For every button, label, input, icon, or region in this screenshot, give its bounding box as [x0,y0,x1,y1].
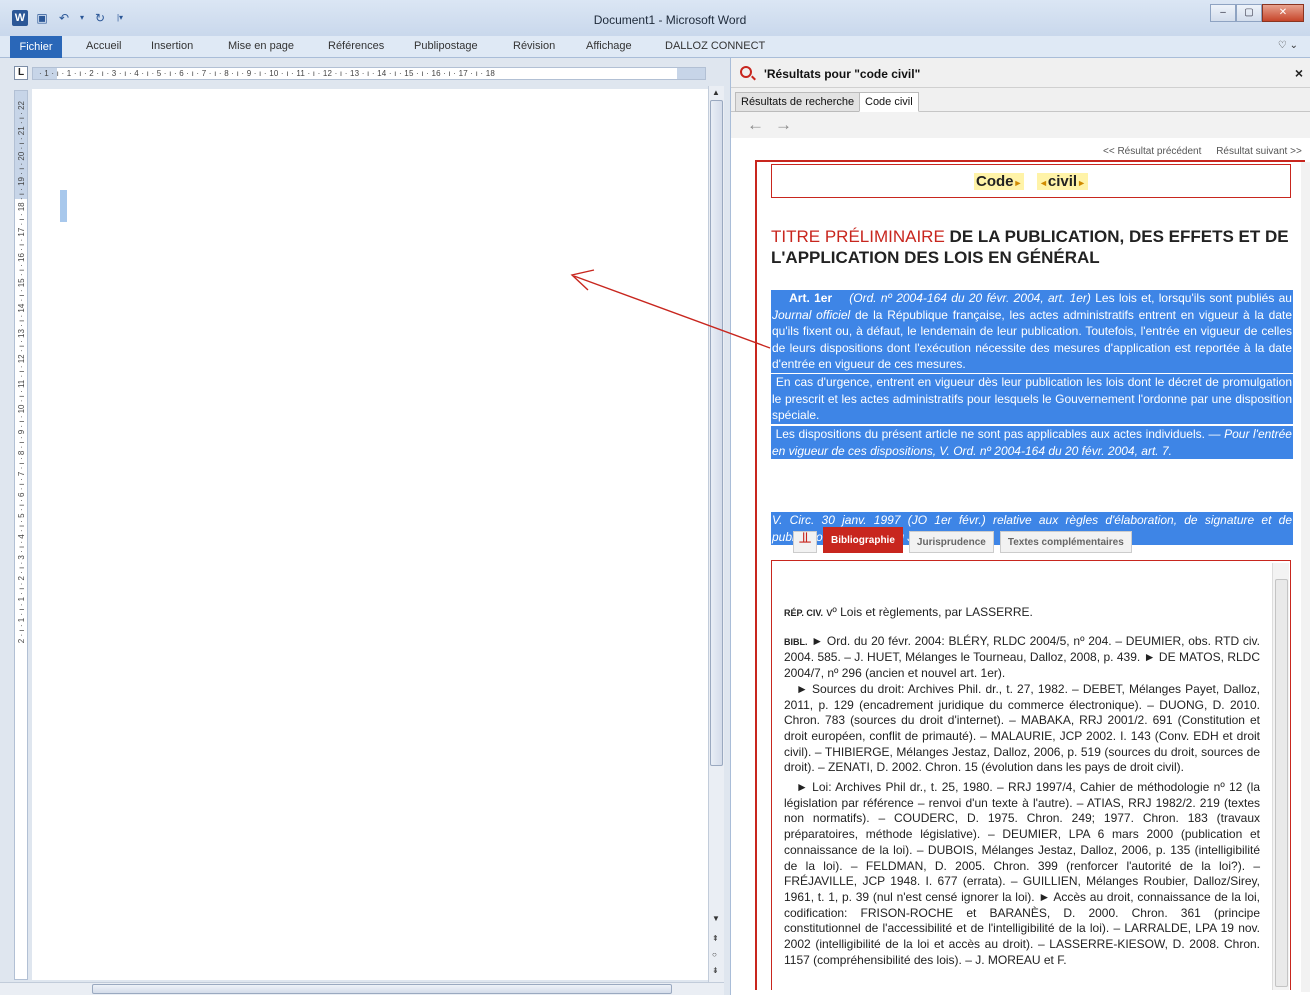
bibl-label: BIBL. [784,636,808,647]
titre-heading: TITRE PRÉLIMINAIRE DE LA PUBLICATION, DE… [771,226,1293,268]
highlight-arrow-icon: ► [1013,178,1023,188]
tab-revision[interactable]: Révision [513,40,555,52]
document-vertical-scrollbar[interactable]: ▲ ▼ ⇞ ○ ⇟ [708,86,724,982]
scroll-up-icon[interactable]: ▲ [712,88,720,97]
title-bar: W ▣ ↶ ▾ ↻ |▾ Document1 - Microsoft Word … [0,0,1310,36]
bibl-sources-du-droit: ► Sources du droit: Archives Phil. dr., … [784,681,1260,775]
forward-arrow-icon[interactable]: → [775,115,792,135]
bibl-ordonnance: ► Ord. du 20 févr. 2004: BLÉRY, RLDC 200… [784,633,1260,681]
bottom-tabs: ╨ Bibliographie Jurisprudence Textes com… [793,527,1138,553]
rep-civ-text: vº Lois et règlements, par LASSERRE. [826,605,1033,619]
tab-accueil[interactable]: Accueil [86,40,121,52]
browse-object-icon[interactable]: ○ [712,950,717,959]
code-word: Code [976,173,1014,190]
tab-references[interactable]: Références [328,40,384,52]
vertical-ruler[interactable]: 2 · ı · 1 · ı · 1 · ı · 2 · ı · 3 · ı · … [14,90,28,980]
tab-code-civil[interactable]: Code civil [859,92,919,112]
tab-publipostage[interactable]: Publipostage [414,40,478,52]
ruler-right-margin [677,68,705,79]
previous-result-link[interactable]: << Résultat précédent [1103,146,1201,157]
ruler-scale: · 1 · ı · 1 · ı · 2 · ı · 3 · ı · 4 · ı … [39,69,496,78]
scroll-down-icon[interactable]: ▼ [712,914,720,923]
document-horizontal-scrollbar[interactable] [0,982,724,995]
bibliography-scrollbar[interactable] [1272,563,1289,990]
bibl-entry: BIBL. ► Ord. du 20 févr. 2004: BLÉRY, RL… [784,634,1260,682]
paragraph-3-selected[interactable]: Les dispositions du présent article ne s… [771,426,1293,459]
horizontal-ruler[interactable]: · 1 · ı · 1 · ı · 2 · ı · 3 · ı · 4 · ı … [32,67,706,80]
highlight-arrow-icon: ◄ [1038,178,1048,188]
vertical-ruler-scale: 2 · ı · 1 · ı · 1 · ı · 2 · ı · 3 · ı · … [17,101,26,644]
tab-affichage[interactable]: Affichage [586,40,632,52]
bibliography-panel: RÉP. CIV. vº Lois et règlements, par LAS… [771,560,1291,990]
article-reference: (Ord. nº 2004-164 du 20 févr. 2004, art.… [849,291,1091,305]
close-window-button[interactable]: ✕ [1262,4,1304,22]
back-arrow-icon[interactable]: ← [747,115,764,135]
ribbon-tabs: Fichier Accueil Insertion Mise en page R… [0,36,1310,58]
civil-word: civil [1047,173,1078,190]
highlight-code: Code► [974,173,1025,190]
paragraph-3-text: Les dispositions du présent article ne s… [775,427,1221,441]
search-icon [740,66,752,78]
code-header-box: Code► ◄civil► [771,164,1291,198]
dalloz-results-pane: 'Résultats pour "code civil" × Résultats… [730,58,1310,995]
document-area: L · 1 · ı · 1 · ı · 2 · ı · 3 · ı · 4 · … [0,58,730,995]
result-navigation: << Résultat précédent Résultat suivant >… [1103,146,1310,157]
window-controls: ‒ ▢ ✕ [1210,4,1304,22]
article-label: Art. 1er [789,291,833,305]
pane-title: 'Résultats pour "code civil" [764,67,921,81]
tab-textes-complementaires[interactable]: Textes complémentaires [999,531,1132,553]
bibliography-scroll-thumb[interactable] [1275,579,1288,987]
close-icon[interactable]: × [1295,65,1303,81]
journal-officiel: Journal officiel [772,307,851,322]
tab-fichier[interactable]: Fichier [10,36,62,58]
bibl-loi: ► Loi: Archives Phil dr., t. 25, 1980. –… [784,780,1260,967]
next-page-icon[interactable]: ⇟ [712,966,719,975]
rep-civ-label: RÉP. CIV. [784,608,824,618]
window-title: Document1 - Microsoft Word [593,13,747,27]
pane-tabs: Résultats de recherche Code civil [731,88,1310,112]
tab-selector[interactable]: L [14,66,28,80]
horizontal-scroll-thumb[interactable] [92,984,672,994]
ribbon-expand-icon[interactable]: ♡ ⌄ [1278,40,1298,51]
code-title: Code► ◄civil► [772,173,1290,190]
tab-bibliographie[interactable]: Bibliographie [823,527,903,553]
tab-dalloz-connect[interactable]: DALLOZ CONNECT [665,40,765,52]
scroll-thumb[interactable] [710,100,723,766]
highlight-civil: ◄civil► [1036,173,1088,190]
rep-civ-entry: RÉP. CIV. vº Lois et règlements, par LAS… [784,605,1260,622]
next-result-link[interactable]: Résultat suivant >> [1216,146,1302,157]
tab-insertion[interactable]: Insertion [151,40,193,52]
paragraph-2-text: En cas d'urgence, entrent en vigueur dès… [772,375,1293,422]
document-page[interactable] [32,89,708,980]
tab-resultats-recherche[interactable]: Résultats de recherche [735,92,861,112]
text-cursor [60,190,67,222]
navigation-bar: ← → [731,112,1310,138]
document-content: Code► ◄civil► TITRE PRÉLIMINAIRE DE LA P… [755,160,1305,990]
pane-scrollbar[interactable] [1301,162,1310,992]
tab-mise-en-page[interactable]: Mise en page [228,40,294,52]
titre-preliminaire: TITRE PRÉLIMINAIRE [771,227,945,246]
article-text-b: de la République française, les actes ad… [772,307,1292,372]
bookmark-icon[interactable]: ╨ [793,531,817,553]
minimize-button[interactable]: ‒ [1210,4,1236,22]
previous-page-icon[interactable]: ⇞ [712,934,719,943]
tab-jurisprudence[interactable]: Jurisprudence [908,531,994,553]
highlight-arrow-icon: ► [1077,178,1086,188]
bibliography-content: RÉP. CIV. vº Lois et règlements, par LAS… [784,605,1260,968]
article-text-a: Les lois et, lorsqu'ils sont publiés au [1095,291,1292,305]
maximize-button[interactable]: ▢ [1236,4,1262,22]
article-1-selected[interactable]: Art. 1er (Ord. nº 2004-164 du 20 févr. 2… [771,290,1293,373]
paragraph-2-selected[interactable]: En cas d'urgence, entrent en vigueur dès… [771,374,1293,424]
pane-header: 'Résultats pour "code civil" × [731,58,1310,88]
